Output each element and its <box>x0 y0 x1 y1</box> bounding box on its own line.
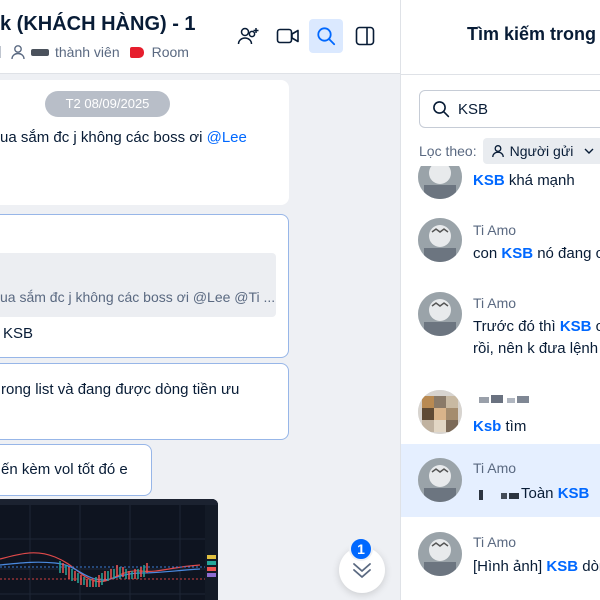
message-bubble[interactable]: T2 08/09/2025 ua sắm đc j không các boss… <box>0 80 289 205</box>
snippet-after: tìm <box>501 418 527 435</box>
snippet-after: dòn <box>582 558 600 575</box>
search-icon <box>317 27 336 46</box>
snippet-keyword: KSB <box>501 245 534 262</box>
search-results-list[interactable]: KSB khá mạnh Ti Amo con KSB nó đang c Ti… <box>401 166 600 600</box>
search-result-item[interactable]: Ti Amo Trước đó thì KSB co rồi, nên k đư… <box>401 292 600 370</box>
snippet-keyword: Ksb <box>473 418 502 435</box>
stock-chart-thumbnail <box>0 499 218 600</box>
room-tag-icon <box>129 46 144 58</box>
conversation-title[interactable]: k (KHÁCH HÀNG) - 1 <box>0 13 196 36</box>
message-text: rong list và đang được dòng tiền ưu <box>1 381 240 398</box>
result-snippet: KSB khá mạnh <box>473 170 575 192</box>
chevron-down-icon <box>584 148 594 154</box>
message-text: KSB <box>3 325 34 342</box>
search-box[interactable] <box>419 90 600 128</box>
snippet-after: khá mạnh <box>504 172 575 189</box>
avatar <box>418 166 462 199</box>
message-text-body: ua sắm đc j không các boss ơi <box>0 129 207 146</box>
avatar <box>418 390 462 434</box>
sidebar-toggle-icon <box>355 26 375 46</box>
search-panel: Tìm kiếm trong Lọc theo: Người gửi KS <box>400 0 600 600</box>
snippet-before: Trước đó thì <box>473 318 560 335</box>
result-sender-name-redacted <box>473 392 537 408</box>
avatar <box>418 292 462 336</box>
result-snippet: Ksb tìm <box>473 416 526 438</box>
result-sender-name: Ti Amo <box>473 222 517 238</box>
members-label[interactable]: thành viên <box>55 44 120 60</box>
conversation-header: k (KHÁCH HÀNG) - 1 thành viên Room <box>0 0 400 74</box>
message-text: ua sắm đc j không các boss ơi @Lee <box>0 127 247 149</box>
mention-link[interactable]: @Lee <box>207 129 247 146</box>
filter-row: Lọc theo: Người gửi <box>419 138 600 164</box>
video-call-button[interactable] <box>271 19 305 53</box>
result-sender-name: Ti Amo <box>473 460 517 476</box>
search-result-item-selected[interactable]: Ti Amo Toàn KSB <box>401 444 600 517</box>
search-result-item[interactable]: KSB khá mạnh <box>401 166 600 223</box>
chart-image-message[interactable] <box>0 499 218 600</box>
add-member-icon <box>237 27 259 45</box>
search-result-item[interactable]: Ti Amo con KSB nó đang c <box>401 218 600 291</box>
search-result-item[interactable]: Ti Amo [Hình ảnh] KSB dòn <box>401 522 600 595</box>
result-snippet: con KSB nó đang c <box>473 243 600 265</box>
snippet-keyword: KSB <box>559 318 592 335</box>
meta-divider <box>0 46 1 58</box>
result-snippet: Toàn KSB <box>473 483 589 505</box>
search-result-item[interactable]: Ksb tìm <box>401 376 600 449</box>
filter-chip-label: Người gửi <box>509 143 574 159</box>
search-icon <box>433 101 450 118</box>
snippet-keyword: KSB <box>557 485 590 502</box>
room-label[interactable]: Room <box>152 44 189 60</box>
result-sender-name: Ti Amo <box>473 534 517 550</box>
panel-divider <box>401 74 600 75</box>
avatar <box>418 458 462 502</box>
redacted-text-block <box>479 490 519 501</box>
result-sender-name: Ti Amo <box>473 295 517 311</box>
double-chevron-down-icon <box>353 563 371 578</box>
avatar <box>418 532 462 576</box>
snippet-after: co <box>592 318 600 335</box>
add-member-button[interactable] <box>232 19 266 53</box>
snippet-before: [Hình ảnh] <box>473 558 547 575</box>
snippet-keyword: KSB <box>546 558 579 575</box>
search-input[interactable] <box>458 100 600 118</box>
filter-label: Lọc theo: <box>419 143 477 159</box>
conversation-meta: thành viên Room <box>0 43 189 61</box>
snippet-before: Toàn <box>521 485 558 502</box>
snippet-before: con <box>473 245 502 262</box>
snippet-keyword: KSB <box>473 172 505 189</box>
member-icon <box>9 43 27 61</box>
date-separator: T2 08/09/2025 <box>45 91 170 117</box>
filter-sender-dropdown[interactable]: Người gửi <box>482 138 600 164</box>
reply-message-bubble[interactable]: ua sắm đc j không các boss ơi @Lee @Ti .… <box>0 214 289 358</box>
message-bubble[interactable]: ến kèm vol tốt đó e <box>0 444 152 496</box>
message-bubble[interactable]: rong list và đang được dòng tiền ưu <box>0 363 289 440</box>
person-icon <box>491 145 504 158</box>
result-snippet: [Hình ảnh] KSB dòn <box>473 556 600 578</box>
chat-area[interactable]: T2 08/09/2025 ua sắm đc j không các boss… <box>0 74 400 600</box>
search-button[interactable] <box>309 19 343 53</box>
result-snippet: Trước đó thì KSB co <box>473 316 600 338</box>
search-panel-title: Tìm kiếm trong <box>467 24 597 44</box>
result-snippet-line2: rồi, nên k đưa lệnh <box>473 340 599 357</box>
avatar <box>418 218 462 262</box>
message-text: ến kèm vol tốt đó e <box>1 461 128 478</box>
snippet-after: nó đang c <box>533 245 600 262</box>
quoted-message-text: ua sắm đc j không các boss ơi @Lee @Ti .… <box>0 289 276 305</box>
video-call-icon <box>276 28 299 44</box>
quoted-message[interactable]: ua sắm đc j không các boss ơi @Lee @Ti .… <box>0 253 276 317</box>
unread-count-badge: 1 <box>349 537 373 561</box>
member-count-redacted <box>31 48 49 56</box>
sidebar-toggle-button[interactable] <box>348 19 382 53</box>
